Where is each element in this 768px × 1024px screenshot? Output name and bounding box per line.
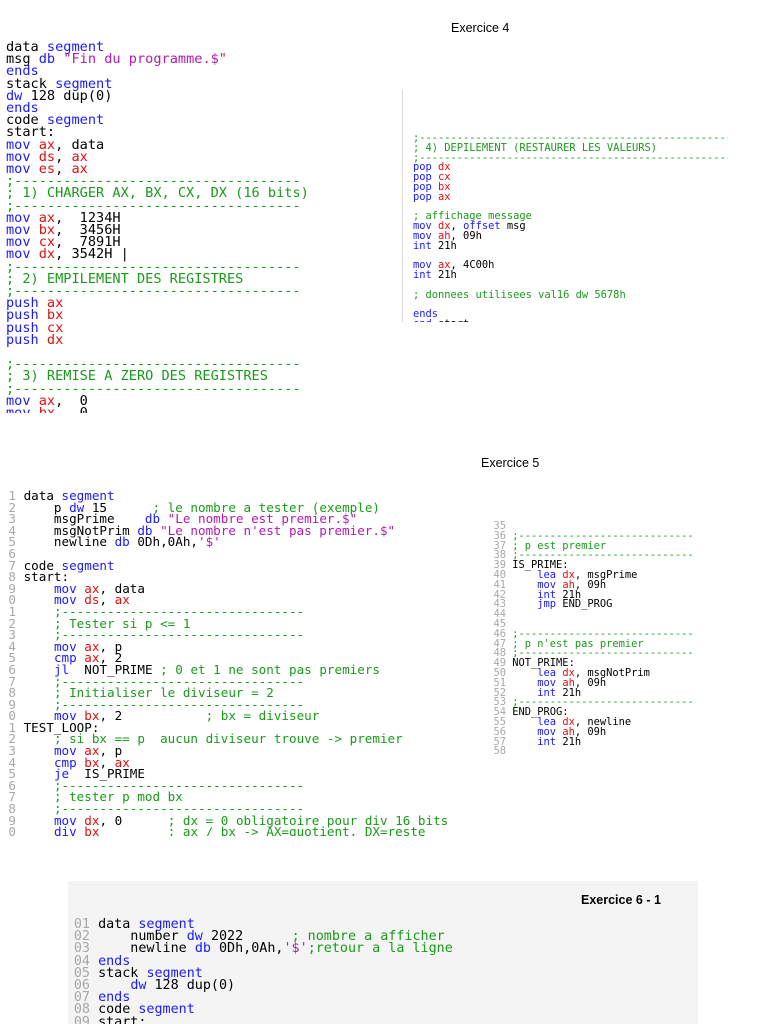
ex6-title: Exercice 6 - 1 (581, 893, 661, 907)
code-token: 21h (438, 239, 457, 252)
code-token: start (438, 318, 469, 322)
code-line: mov ah, 09h (413, 231, 728, 242)
code-lines: ;---------------------------------------… (413, 133, 728, 322)
code-token: msg (506, 220, 526, 233)
code-token: ; donnees utilisees val16 dw 5678h (413, 288, 626, 301)
ex4-title: Exercice 4 (451, 21, 510, 35)
code-token: ax (438, 190, 451, 203)
code-token: 128 dup(0) (30, 87, 113, 104)
code-token: 21h (438, 269, 457, 282)
code-token: db (194, 941, 219, 957)
code-token: "Fin du programme.$" (63, 51, 227, 68)
code-line: pop ax (413, 190, 728, 203)
code-line: pop dx (413, 162, 728, 173)
code-token: , 2 (99, 708, 206, 724)
code-line: 5 newline db 0Dh,0Ah,'$' (0, 534, 500, 550)
code-token: '$' (198, 534, 221, 550)
code-line (413, 301, 728, 311)
code-line: 0 div bx ; ax / bx -> AX=quotient, DX=re… (0, 824, 500, 836)
ex5-code-panel: 1 data segment 2 p dw 15 ; le nombre a te… (0, 452, 500, 836)
code-token: segment (46, 112, 105, 129)
code-line: end start (413, 318, 728, 322)
code-line: 58 (490, 745, 738, 754)
code-line: push bx (6, 309, 392, 323)
code-token: 21h (562, 735, 582, 748)
ex5-right-code-panel: 35 36 ;---------------------------- 37 ; … (490, 484, 738, 754)
code-line: 44 (490, 609, 738, 620)
ex5-title: Exercice 5 (481, 456, 540, 470)
code-token: ;retour a la ligne (307, 941, 453, 957)
line-number: 0 (8, 824, 16, 836)
code-token: ; bx = diviseur (205, 708, 320, 724)
code-line: msg db "Fin du programme.$" (6, 51, 392, 68)
code-token: bx (84, 824, 100, 836)
code-line: push cx (6, 321, 392, 335)
code-line: 09 start: (68, 1014, 698, 1024)
code-token: segment (138, 1002, 195, 1018)
code-line: 03 newline db 0Dh,0Ah,'$';retour a la li… (68, 941, 698, 957)
code-token: mov (6, 405, 39, 413)
code-token: ; ax / bx -> AX=quotient, DX=reste (167, 824, 426, 836)
code-token: dx (46, 331, 64, 348)
code-line: 43 jmp END_PROG (490, 598, 738, 611)
code-token: END_PROG (562, 598, 613, 611)
code-token: '$' (283, 941, 308, 957)
code-line: mov ax, 4C00h (413, 259, 728, 272)
code-token: dw (130, 978, 155, 994)
code-line: ;---------------------------------------… (413, 151, 728, 164)
code-token: , 0 (55, 405, 88, 413)
code-line: push dx (6, 331, 392, 348)
code-line: code segment (6, 112, 392, 129)
code-token: 0Dh,0Ah, (137, 534, 199, 550)
line-number: 09 (73, 1014, 90, 1024)
code-line: 7 code segment (0, 557, 500, 573)
code-token: bx (39, 405, 55, 413)
code-line: pop bx (413, 182, 728, 193)
code-token: int (537, 735, 563, 748)
code-token: db (114, 534, 138, 550)
line-number: 58 (493, 745, 506, 754)
code-token: ;---------------------------------------… (413, 151, 728, 164)
ex4-code-panel: data segment msg db "Fin du programme.$" e… (6, 3, 392, 413)
code-line: ;----------------------------------- (6, 284, 392, 298)
code-token: newline (23, 534, 115, 550)
code-token: div (53, 824, 85, 836)
code-line: push ax (6, 296, 392, 310)
code-lines: 01 data segment 02 number dw 2022 ; nombr… (68, 918, 698, 1024)
code-line: ; donnees utilisees val16 dw 5678h (413, 288, 728, 301)
code-line: int 21h (413, 239, 728, 252)
code-token: jmp (537, 598, 563, 611)
code-line: 57 int 21h (490, 735, 738, 748)
code-line: 06 dw 128 dup(0) (68, 978, 698, 994)
code-line: 08 code segment (68, 1002, 698, 1018)
code-token: , 4C00h (450, 259, 495, 272)
code-token: segment (61, 557, 115, 573)
code-token: 128 dup(0) (154, 978, 236, 994)
code-line: int 21h (413, 269, 728, 282)
code-token: end (413, 318, 438, 322)
code-line: mov bx, 0 (6, 405, 392, 413)
code-token: 0Dh,0Ah, (219, 941, 284, 957)
code-line: pop cx (413, 172, 728, 183)
code-line: dw 128 dup(0) (6, 87, 392, 104)
code-token: db (38, 51, 64, 68)
code-token: start: (98, 1014, 147, 1024)
code-lines: data segment msg db "Fin du programme.$" e… (6, 40, 392, 413)
code-lines: 1 data segment 2 p dw 15 ; le nombre a te… (0, 489, 500, 836)
ex4-right-code-panel: ;---------------------------------------… (402, 90, 728, 322)
code-lines: 35 36 ;---------------------------- 37 ; … (490, 521, 738, 754)
